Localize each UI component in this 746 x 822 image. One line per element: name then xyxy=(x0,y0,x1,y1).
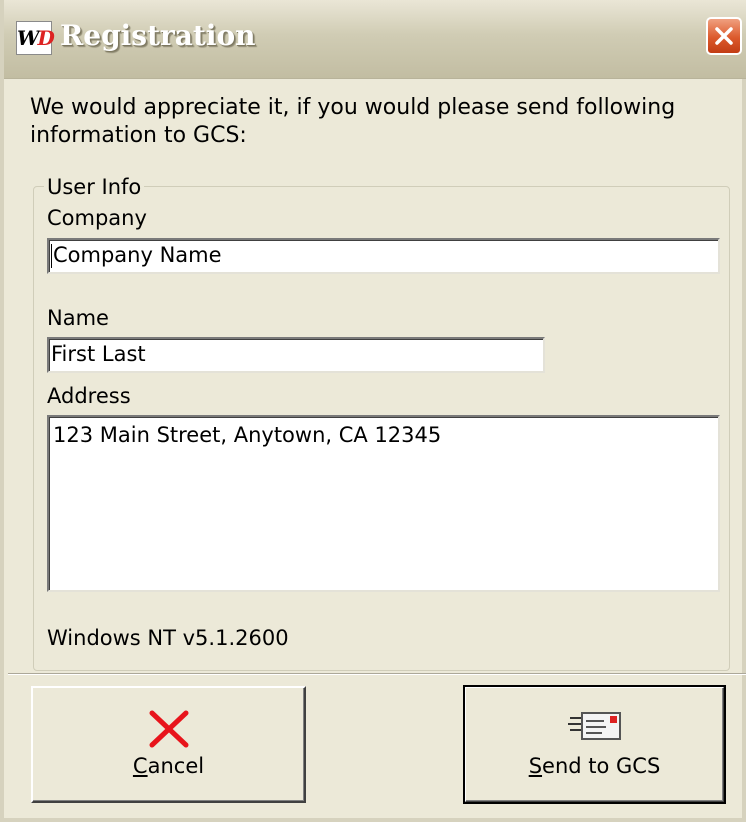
user-info-legend: User Info xyxy=(44,174,145,200)
company-input[interactable]: Company Name xyxy=(47,238,720,274)
address-textarea[interactable]: 123 Main Street, Anytown, CA 12345 xyxy=(47,415,720,592)
name-input[interactable]: First Last xyxy=(47,337,545,373)
envelope-icon xyxy=(568,712,621,740)
red-x-icon xyxy=(149,710,189,748)
text-caret xyxy=(51,244,52,268)
separator xyxy=(8,673,746,675)
name-value: First Last xyxy=(51,342,146,366)
wd-app-icon: WD xyxy=(16,21,55,55)
close-icon xyxy=(715,27,733,45)
registration-window: WD Registration We would appreciate it, … xyxy=(0,0,746,822)
window-title: Registration xyxy=(60,19,256,52)
cancel-button-label: Cancel xyxy=(132,754,205,778)
title-bar[interactable]: WD Registration xyxy=(4,0,746,79)
address-label: Address xyxy=(47,384,131,408)
company-label: Company xyxy=(47,206,147,230)
cancel-button[interactable]: Cancel xyxy=(31,686,306,803)
close-button[interactable] xyxy=(706,17,742,55)
company-value: Company Name xyxy=(53,243,222,267)
send-to-gcs-button[interactable]: Send to GCS xyxy=(463,685,726,804)
intro-text: We would appreciate it, if you would ple… xyxy=(30,95,676,148)
system-version: Windows NT v5.1.2600 xyxy=(47,626,289,650)
name-label: Name xyxy=(47,306,109,330)
send-button-label: Send to GCS xyxy=(528,754,661,778)
address-value: 123 Main Street, Anytown, CA 12345 xyxy=(53,423,442,447)
